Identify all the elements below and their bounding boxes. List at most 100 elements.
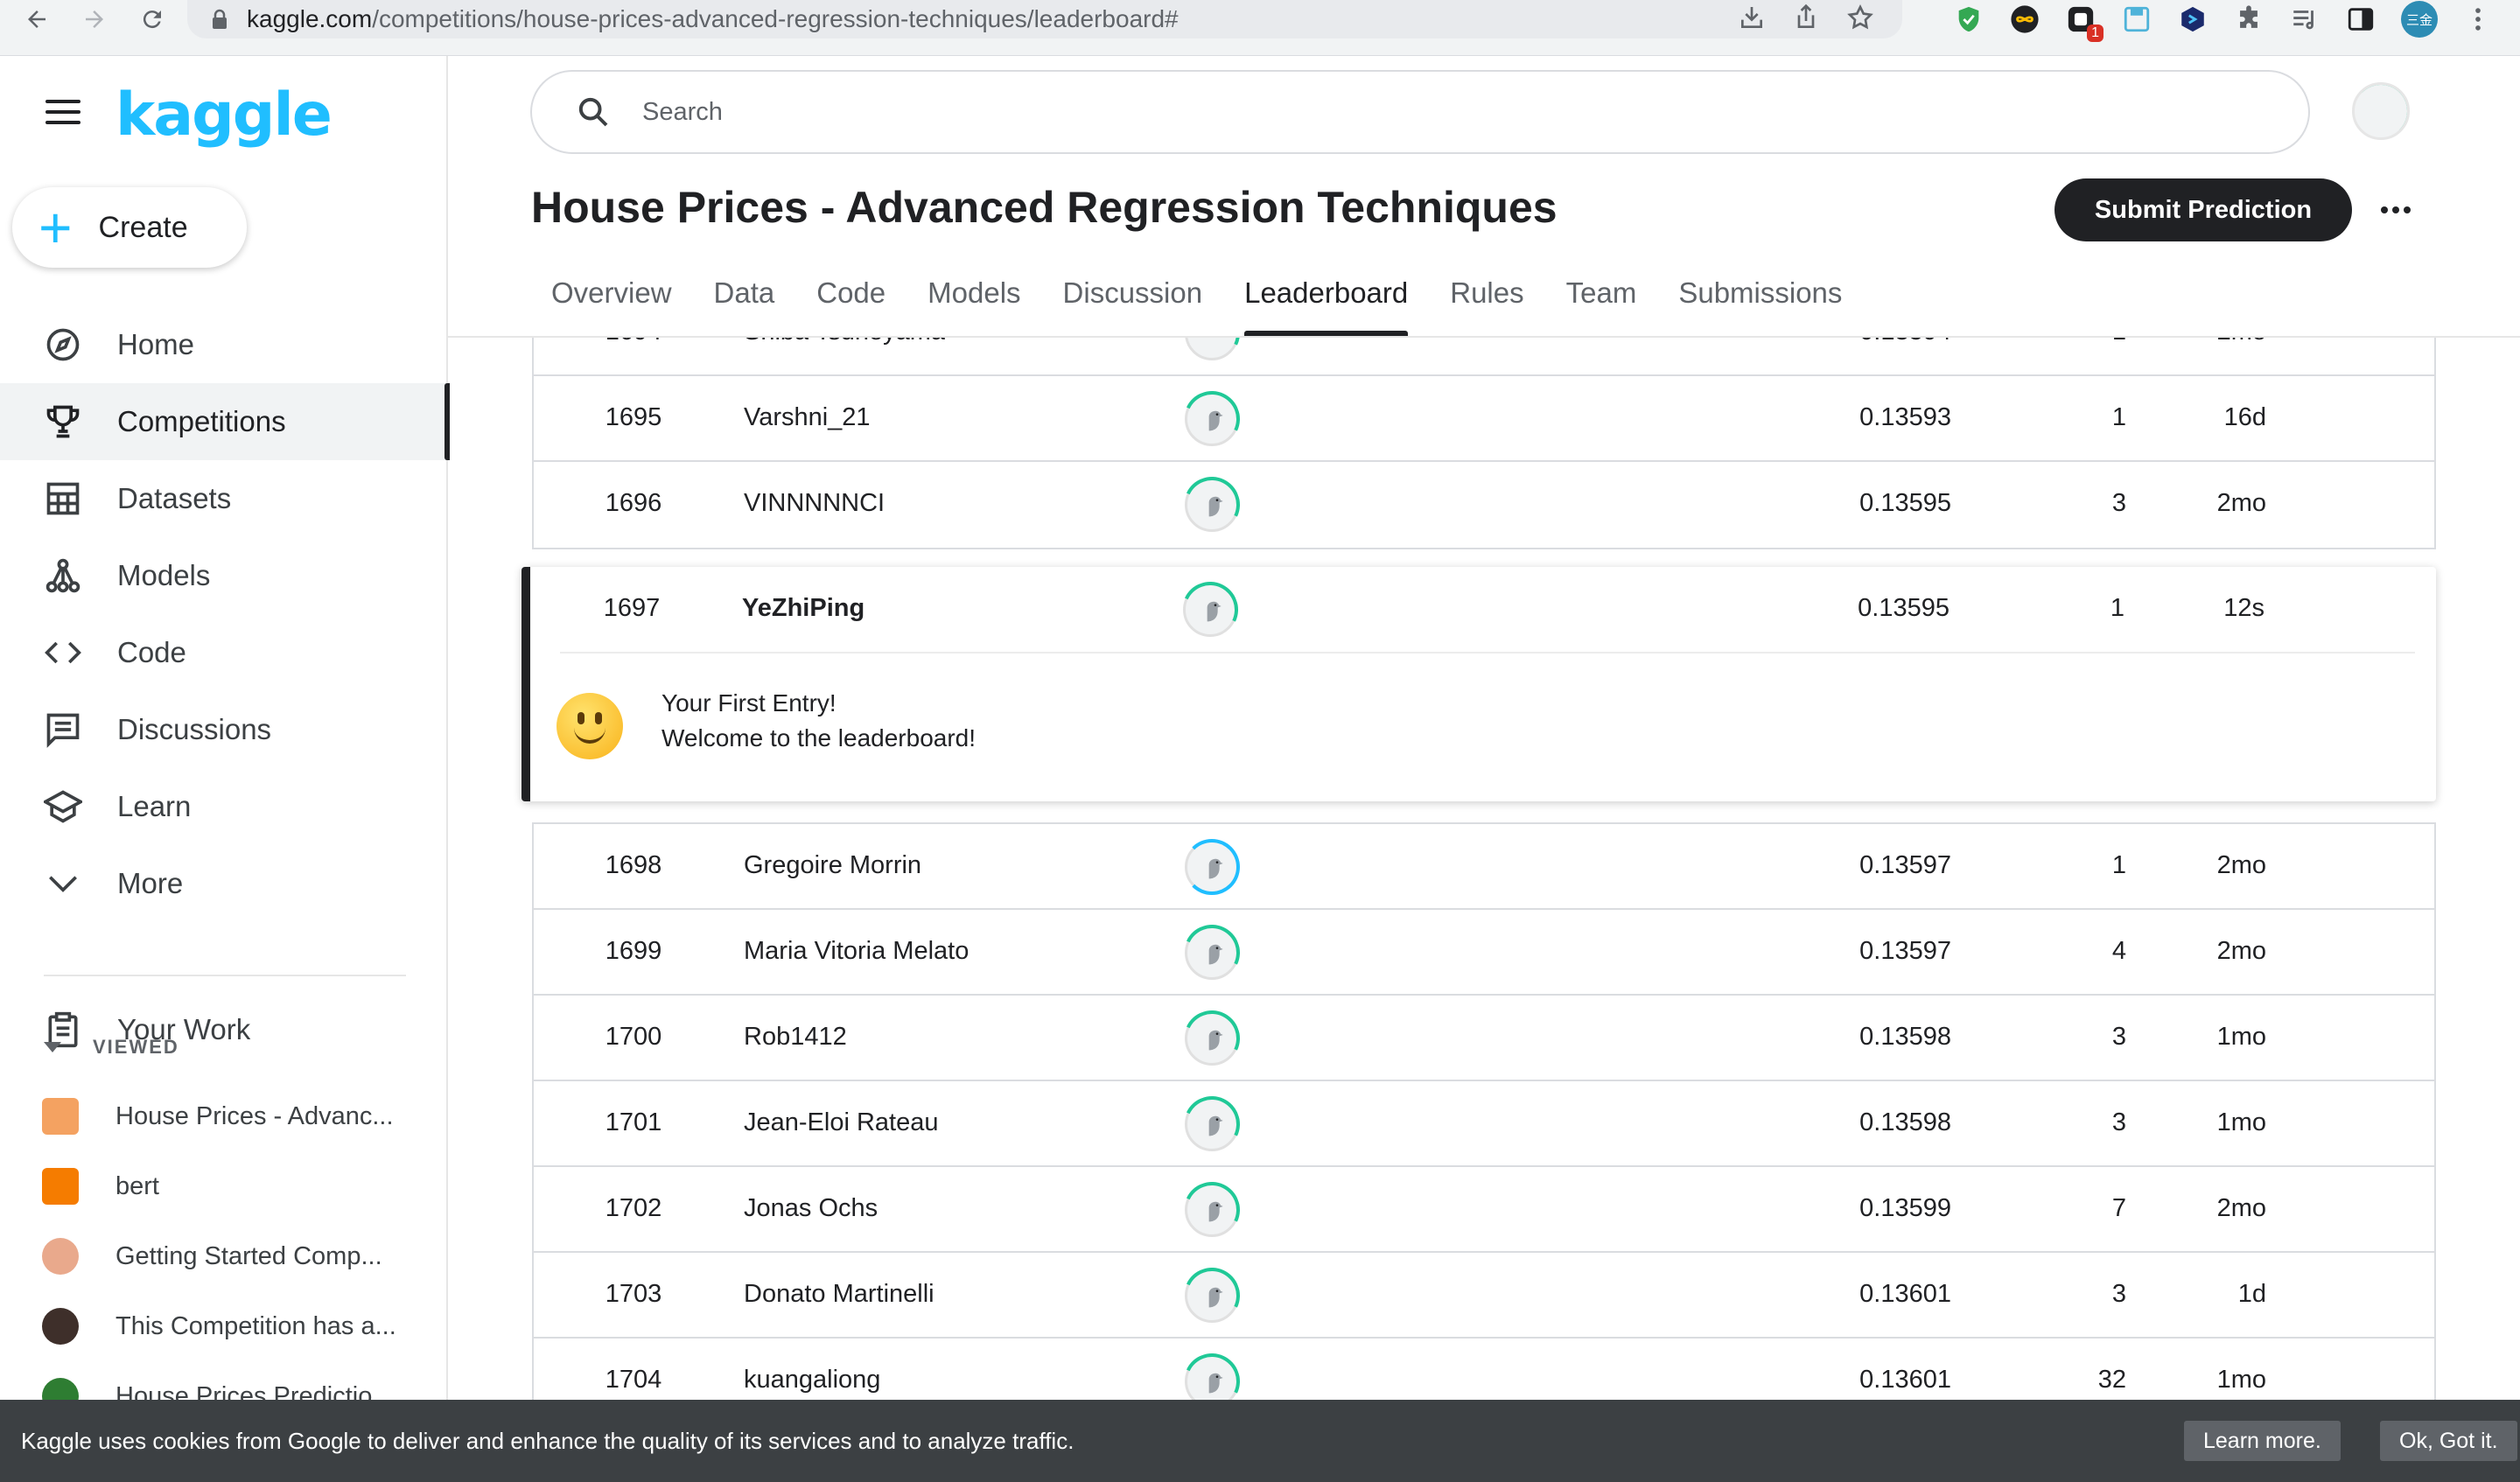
team-name-cell[interactable]: Maria Vitoria Melato (744, 937, 969, 966)
rank-cell: 1696 (605, 489, 662, 517)
tab-models[interactable]: Models (906, 262, 1041, 336)
team-avatar[interactable] (1175, 1087, 1249, 1161)
compass-icon (46, 328, 80, 361)
ok-got-it-button[interactable]: Ok, Got it. (2380, 1421, 2517, 1461)
create-button[interactable]: + Create (12, 187, 247, 268)
viewed-section-header[interactable]: VIEWED (44, 1036, 179, 1059)
score-cell: 0.13595 (1859, 489, 1951, 517)
rank-cell: 1701 (605, 1108, 662, 1136)
sidebar-item-discussions[interactable]: Discussions (0, 691, 448, 768)
viewed-list: House Prices - Advanc... bert Getting St… (0, 1081, 448, 1431)
browser-profile-avatar[interactable]: 三金 (2401, 1, 2438, 38)
browser-menu-icon[interactable] (2462, 3, 2494, 35)
learn-more-button[interactable]: Learn more. (2184, 1421, 2341, 1461)
cube-extension-icon[interactable] (2177, 3, 2208, 35)
viewed-item[interactable]: This Competition has a... (0, 1291, 448, 1361)
infinity-extension-icon[interactable] (2009, 3, 2040, 35)
table-row[interactable]: 1694 Shiba Tsuneyama 0.13594 1 2mo (534, 338, 2434, 376)
save-extension-icon[interactable] (2121, 3, 2152, 35)
submit-prediction-button[interactable]: Submit Prediction (2054, 178, 2352, 241)
sidebar-item-home[interactable]: Home (0, 306, 448, 383)
back-button[interactable] (12, 0, 61, 38)
viewed-item[interactable]: Getting Started Comp... (0, 1221, 448, 1291)
team-avatar[interactable] (1175, 1173, 1249, 1247)
tab-discussion[interactable]: Discussion (1042, 262, 1224, 336)
default-avatar-icon (1208, 858, 1223, 879)
share-icon[interactable] (1792, 3, 1820, 31)
score-cell: 0.13593 (1859, 403, 1951, 431)
team-avatar[interactable] (1175, 916, 1249, 989)
shield-extension-icon[interactable] (1953, 3, 1984, 35)
rank-cell: 1698 (605, 851, 662, 879)
table-row[interactable]: 1695 Varshni_21 0.13593 1 16d (534, 376, 2434, 462)
sidebar-item-datasets[interactable]: Datasets (0, 460, 448, 537)
table-row[interactable]: 1699 Maria Vitoria Melato 0.13597 4 2mo (534, 910, 2434, 996)
table-row[interactable]: 1702 Jonas Ochs 0.13599 7 2mo (534, 1167, 2434, 1253)
star-icon[interactable] (1846, 3, 1874, 31)
team-avatar[interactable] (1175, 382, 1249, 456)
competition-tabs: Overview Data Code Models Discussion Lea… (530, 262, 1863, 336)
rank-cell: 1699 (605, 937, 662, 965)
your-entry-row[interactable]: 1697 YeZhiPing 0.13595 1 12s (532, 567, 2436, 653)
team-avatar[interactable] (1175, 1259, 1249, 1332)
notification-extension-icon[interactable]: 1 (2065, 3, 2104, 42)
viewed-item[interactable]: House Prices - Advanc... (0, 1081, 448, 1151)
rank-cell: 1694 (600, 338, 667, 346)
tab-leaderboard[interactable]: Leaderboard (1223, 262, 1429, 336)
team-name-cell[interactable]: Donato Martinelli (744, 1280, 934, 1309)
sidebar-item-models[interactable]: Models (0, 537, 448, 614)
table-row[interactable]: 1703 Donato Martinelli 0.13601 3 1d (534, 1253, 2434, 1339)
sidebar-item-learn[interactable]: Learn (0, 768, 448, 845)
last-cell: 1mo (2216, 1023, 2266, 1051)
viewed-item[interactable]: bert (0, 1151, 448, 1221)
user-avatar[interactable] (2352, 82, 2410, 140)
team-avatar[interactable] (1175, 468, 1249, 542)
entries-cell: 3 (2111, 1108, 2126, 1136)
puzzle-extension-icon[interactable] (2233, 3, 2264, 35)
kaggle-logo[interactable]: kaggle (116, 80, 332, 150)
team-name-cell[interactable]: Varshni_21 (744, 403, 871, 432)
team-name-cell[interactable]: VINNNNNCI (744, 489, 885, 518)
team-avatar[interactable] (1184, 839, 1240, 895)
entries-cell: 3 (2111, 489, 2126, 517)
install-icon[interactable] (1738, 3, 1766, 31)
sidebar-item-competitions[interactable]: Competitions (0, 383, 450, 460)
entries-cell: 1 (2074, 338, 2126, 346)
tab-data[interactable]: Data (693, 262, 796, 336)
tab-rules[interactable]: Rules (1429, 262, 1544, 336)
search-icon (578, 97, 608, 127)
table-row[interactable]: 1704 kuangaliong 0.13601 32 1mo (534, 1339, 2434, 1400)
side-panel-icon[interactable] (2345, 3, 2376, 35)
tab-team[interactable]: Team (1545, 262, 1658, 336)
reload-button[interactable] (128, 0, 177, 38)
tab-overview[interactable]: Overview (530, 262, 693, 336)
team-name-cell[interactable]: YeZhiPing (742, 594, 864, 623)
menu-icon[interactable] (46, 100, 80, 126)
team-name-cell: Shiba Tsuneyama (744, 338, 945, 346)
team-name-cell[interactable]: Gregoire Morrin (744, 851, 921, 880)
sidebar-item-code[interactable]: Code (0, 614, 448, 691)
tab-code[interactable]: Code (795, 262, 906, 336)
smiley-face-icon (556, 693, 623, 759)
sidebar-item-more[interactable]: More (0, 845, 448, 922)
team-name-cell[interactable]: Jean-Eloi Rateau (744, 1108, 938, 1137)
team-avatar[interactable] (1173, 573, 1247, 647)
team-name-cell[interactable]: Jonas Ochs (744, 1194, 878, 1223)
search-bar[interactable] (530, 70, 2310, 154)
address-bar[interactable]: kaggle.com/competitions/house-prices-adv… (187, 0, 1902, 38)
table-row[interactable]: 1696 VINNNNNCI 0.13595 3 2mo (534, 462, 2434, 548)
more-options-icon[interactable] (2371, 184, 2420, 236)
models-icon (46, 558, 80, 593)
forward-button[interactable] (70, 0, 119, 38)
table-icon (46, 482, 80, 515)
team-name-cell[interactable]: kuangaliong (744, 1366, 880, 1395)
reading-list-icon[interactable] (2289, 3, 2320, 35)
table-row[interactable]: 1700 Rob1412 0.13598 3 1mo (534, 996, 2434, 1081)
table-row[interactable]: 1701 Jean-Eloi Rateau 0.13598 3 1mo (534, 1081, 2434, 1167)
search-input[interactable] (642, 97, 2217, 127)
team-avatar[interactable] (1175, 1002, 1249, 1075)
team-avatar[interactable] (1175, 1345, 1249, 1400)
team-name-cell[interactable]: Rob1412 (744, 1023, 847, 1052)
table-row[interactable]: 1698 Gregoire Morrin 0.13597 1 2mo (534, 824, 2434, 910)
tab-submissions[interactable]: Submissions (1657, 262, 1863, 336)
